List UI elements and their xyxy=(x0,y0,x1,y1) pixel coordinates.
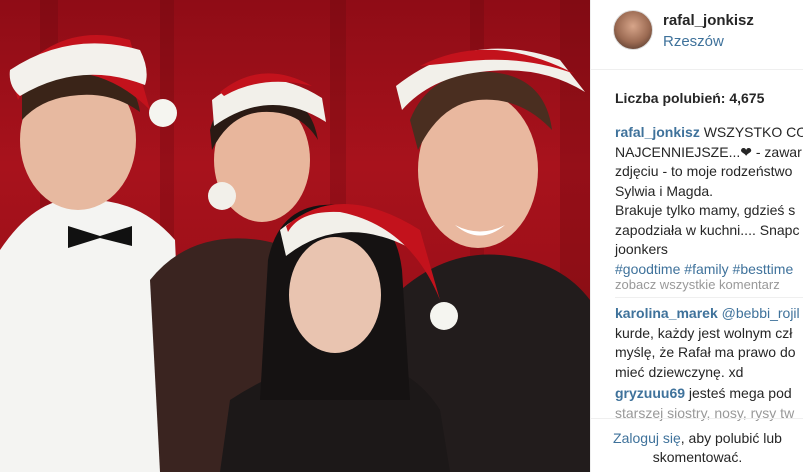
comment-username[interactable]: gryzuuu69 xyxy=(615,385,685,401)
login-prompt-text: , aby polubić lub xyxy=(680,430,782,446)
post-sidebar: rafal_jonkisz Rzeszów Liczba polubień: 4… xyxy=(590,0,803,472)
caption-line-5: Brakuje tylko mamy, gdzieś s xyxy=(615,202,796,218)
hashtag[interactable]: #goodtime xyxy=(615,261,680,277)
post-header: rafal_jonkisz Rzeszów xyxy=(591,0,803,70)
divider xyxy=(615,297,803,298)
login-prompt: Zaloguj się, aby polubić lub skomentować… xyxy=(591,429,803,467)
hashtag[interactable]: #besttime xyxy=(733,261,794,277)
caption-line-1: WSZYSTKO CO xyxy=(699,124,803,140)
caption: rafal_jonkisz WSZYSTKO CO NAJCENNIEJSZE.… xyxy=(615,123,803,279)
comment-text: kurde, każdy jest wolnym czł xyxy=(615,324,793,341)
login-footer: Zaloguj się, aby polubić lub skomentować… xyxy=(591,418,803,472)
comment-text: mieć dziewczynę. xd xyxy=(615,363,744,380)
avatar[interactable] xyxy=(613,10,653,50)
comment-username[interactable]: karolina_marek xyxy=(615,305,718,321)
caption-line-6: zapodziała w kuchni.... Snapc xyxy=(615,221,800,238)
caption-line-7: joonkers xyxy=(615,241,668,257)
login-prompt-text-2: skomentować. xyxy=(652,449,743,465)
likes-count: Liczba polubień: 4,675 xyxy=(615,90,764,106)
comment-text: jesteś mega pod xyxy=(685,385,792,401)
likes-label: Liczba polubień: xyxy=(615,90,726,106)
caption-line-2: NAJCENNIEJSZE...❤ - zawar xyxy=(615,143,802,160)
photo-illustration xyxy=(0,0,590,472)
comment-text: myślę, że Rafał ma prawo do xyxy=(615,344,796,360)
comment-mention[interactable]: @bebbi_rojil xyxy=(718,305,800,321)
likes-number: 4,675 xyxy=(729,90,765,106)
header-location[interactable]: Rzeszów xyxy=(663,33,724,50)
caption-line-4: Sylwia i Magda. xyxy=(615,182,714,199)
caption-username[interactable]: rafal_jonkisz xyxy=(615,124,700,140)
login-link[interactable]: Zaloguj się xyxy=(613,430,681,446)
comment: karolina_marek @bebbi_rojil kurde, każdy… xyxy=(615,304,800,382)
caption-line-3: zdjęciu - to moje rodzeństwo xyxy=(615,163,793,179)
post-photo[interactable] xyxy=(0,0,590,472)
view-all-comments-link[interactable]: zobacz wszystkie komentarz xyxy=(615,277,780,292)
header-username[interactable]: rafal_jonkisz xyxy=(663,12,754,29)
hashtag[interactable]: #family xyxy=(684,261,728,277)
